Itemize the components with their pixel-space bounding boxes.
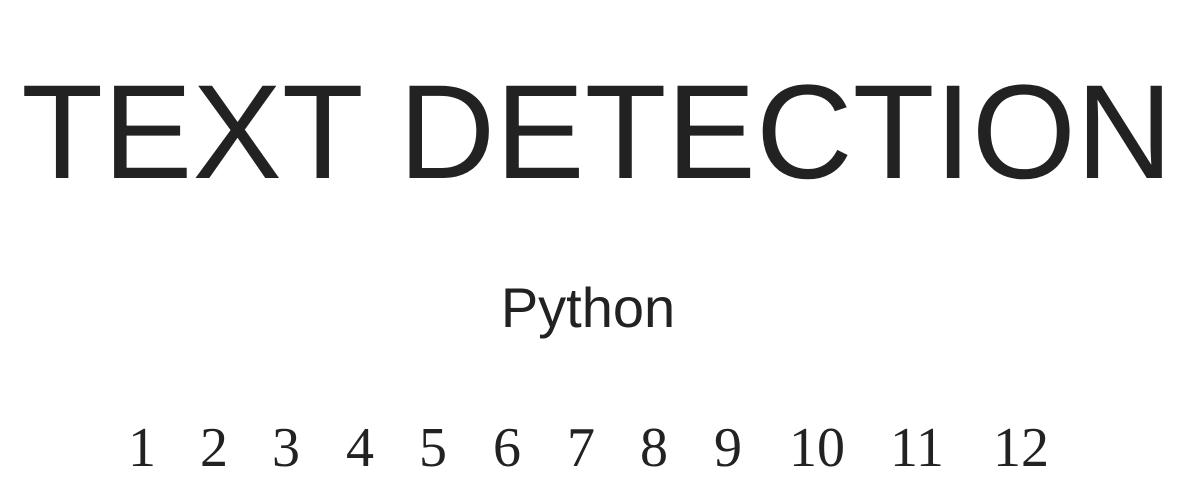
number-3: 3 <box>272 417 300 479</box>
number-6: 6 <box>493 417 521 479</box>
number-10: 10 <box>789 417 845 479</box>
number-2: 2 <box>200 417 228 479</box>
number-9: 9 <box>714 417 742 479</box>
number-11: 11 <box>890 417 944 479</box>
number-5: 5 <box>419 417 447 479</box>
number-1: 1 <box>128 417 156 479</box>
number-4: 4 <box>346 417 374 479</box>
number-row: 1 2 3 4 5 6 7 8 9 10 11 12 <box>0 420 1194 490</box>
number-8: 8 <box>640 417 668 479</box>
page-title: TEXT DETECTION <box>21 58 1173 207</box>
subtitle-text: Python <box>500 276 676 339</box>
number-12: 12 <box>993 417 1049 479</box>
number-7: 7 <box>567 417 595 479</box>
